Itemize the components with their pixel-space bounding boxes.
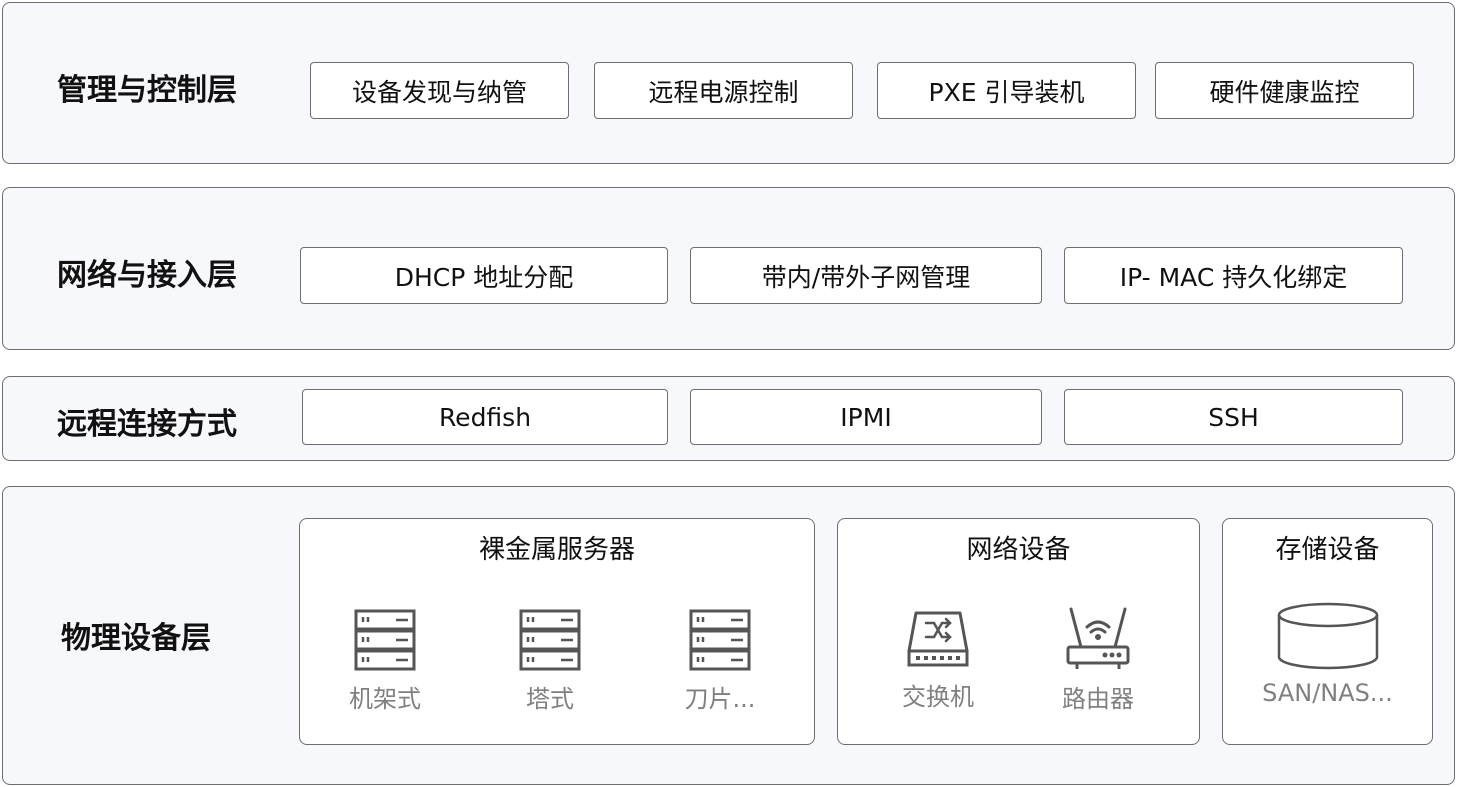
device-label: SAN/NAS...: [1262, 679, 1393, 707]
blade-server: 刀片...: [660, 609, 780, 714]
redfish-box: Redfish: [302, 389, 668, 445]
hardware-health-box: 硬件健康监控: [1155, 62, 1414, 119]
physical-device-layer: 物理设备层 裸金属服务器 机架式 塔式 刀片... 网络设备 交换机 路由器 存…: [2, 486, 1455, 785]
network-access-layer: 网络与接入层 DHCP 地址分配 带内/带外子网管理 IP- MAC 持久化绑定: [2, 187, 1455, 350]
switch-device: 交换机: [878, 609, 998, 712]
layer-title: 物理设备层: [61, 621, 211, 656]
device-label: 路由器: [1062, 685, 1134, 713]
storage-device-group: 存储设备 SAN/NAS...: [1222, 518, 1433, 745]
router-device: 路由器: [1038, 607, 1158, 714]
switch-icon: [907, 611, 969, 667]
device-discovery-box: 设备发现与纳管: [310, 62, 569, 119]
server-rack-icon: [354, 609, 416, 671]
management-control-layer: 管理与控制层 设备发现与纳管 远程电源控制 PXE 引导装机 硬件健康监控: [2, 2, 1455, 164]
bare-metal-group: 裸金属服务器 机架式 塔式 刀片...: [299, 518, 815, 745]
network-device-group: 网络设备 交换机 路由器: [837, 518, 1200, 745]
storage-cylinder-icon: [1277, 602, 1378, 670]
server-rack-icon: [519, 609, 581, 671]
layer-title: 远程连接方式: [57, 407, 237, 442]
ip-mac-binding-box: IP- MAC 持久化绑定: [1064, 247, 1403, 304]
group-title: 存储设备: [1275, 535, 1380, 565]
subnet-management-box: 带内/带外子网管理: [690, 247, 1042, 304]
device-label: 刀片...: [684, 685, 756, 713]
group-title: 裸金属服务器: [478, 535, 635, 565]
ipmi-box: IPMI: [690, 389, 1042, 445]
remote-power-control-box: 远程电源控制: [594, 62, 853, 119]
device-label: 塔式: [526, 685, 574, 713]
remote-connection-layer: 远程连接方式 Redfish IPMI SSH: [2, 376, 1455, 461]
dhcp-box: DHCP 地址分配: [300, 247, 668, 304]
device-label: 交换机: [902, 683, 974, 711]
rack-server: 机架式: [325, 609, 445, 714]
layer-title: 管理与控制层: [57, 73, 237, 108]
router-icon: [1066, 607, 1130, 669]
server-rack-icon: [689, 609, 751, 671]
san-nas-device: SAN/NAS...: [1223, 601, 1432, 707]
pxe-boot-box: PXE 引导装机: [877, 62, 1136, 119]
device-label: 机架式: [349, 685, 421, 713]
layer-title: 网络与接入层: [57, 258, 237, 293]
ssh-box: SSH: [1064, 389, 1403, 445]
group-title: 网络设备: [966, 535, 1071, 565]
tower-server: 塔式: [490, 609, 610, 714]
